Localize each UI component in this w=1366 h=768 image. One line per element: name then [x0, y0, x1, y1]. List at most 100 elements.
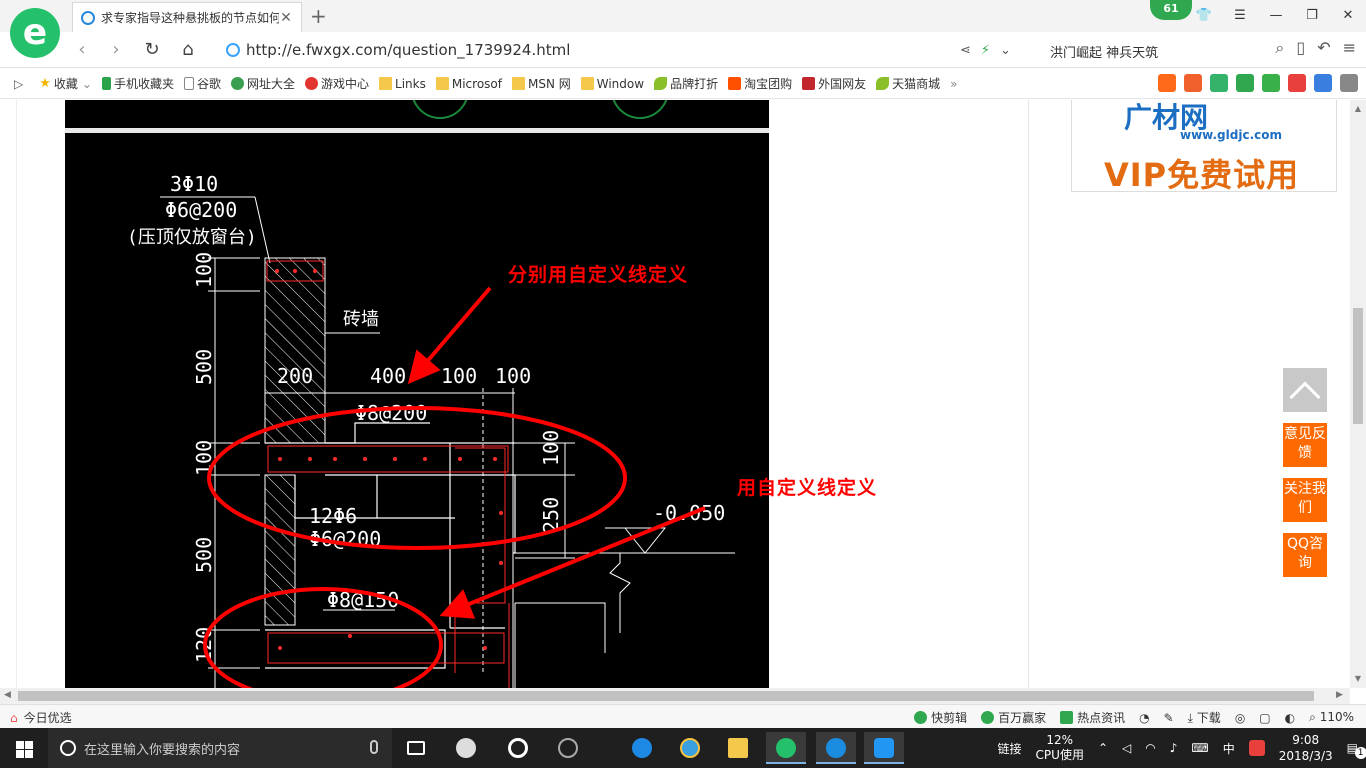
- back-to-top-button[interactable]: [1283, 368, 1327, 413]
- scroll-left-icon[interactable]: ◀: [4, 690, 11, 700]
- horizontal-scrollbar[interactable]: ◀ ▶: [0, 688, 1350, 704]
- sound-icon[interactable]: ◐: [1285, 711, 1295, 725]
- qq-consult-button[interactable]: QQ咨询: [1283, 533, 1327, 577]
- today-picks[interactable]: ⌂ 今日优选: [10, 709, 72, 726]
- volume-icon[interactable]: ♪: [1170, 741, 1178, 755]
- grid-extension-icon[interactable]: [1340, 74, 1358, 92]
- scroll-up-icon[interactable]: ▲: [1353, 104, 1363, 113]
- folder-icon: [580, 77, 594, 90]
- plus-app-icon[interactable]: [864, 732, 904, 764]
- share-icon[interactable]: ⋖: [960, 43, 971, 58]
- bookmark-item[interactable]: Window: [580, 77, 644, 91]
- status-item-download[interactable]: ⤓ 下载: [1188, 709, 1221, 726]
- new-tab-icon[interactable]: +: [310, 4, 327, 28]
- window-icon[interactable]: ▢: [1259, 711, 1270, 725]
- follow-us-button[interactable]: 关注我们: [1283, 478, 1327, 522]
- bookmark-item[interactable]: MSN 网: [511, 75, 571, 92]
- ie-blue-icon[interactable]: [622, 732, 662, 764]
- tray-expand-icon[interactable]: ⌃: [1098, 741, 1108, 755]
- browser-tab[interactable]: 求专家指导这种悬挑板的节点如何 ✕: [72, 2, 302, 32]
- horizontal-scroll-thumb[interactable]: [18, 691, 1314, 701]
- browser-app-icon[interactable]: [766, 732, 806, 764]
- bookmark-item[interactable]: 游戏中心: [305, 75, 369, 92]
- skin-icon[interactable]: 👕: [1186, 0, 1222, 32]
- start-button[interactable]: [0, 728, 48, 768]
- book-extension-icon[interactable]: [1210, 74, 1228, 92]
- notification-center[interactable]: ▤ 1: [1347, 741, 1366, 759]
- wifi-icon[interactable]: ◠: [1145, 741, 1155, 755]
- zoom-level[interactable]: ⌕ 110%: [1309, 710, 1354, 725]
- scroll-down-icon[interactable]: ▼: [1353, 674, 1363, 683]
- bookmark-item[interactable]: 品牌打折: [654, 75, 718, 92]
- tv-extension-icon[interactable]: [1158, 74, 1176, 92]
- restore-button[interactable]: ❐: [1294, 0, 1330, 32]
- bookmark-item[interactable]: Microsof: [435, 77, 502, 91]
- bookmark-item[interactable]: 淘宝团购: [728, 75, 792, 92]
- minimize-button[interactable]: —: [1258, 0, 1294, 32]
- bookmark-item[interactable]: 外国网友: [802, 75, 866, 92]
- pin-icon[interactable]: ✎: [1164, 711, 1174, 725]
- search-box[interactable]: 洪门崛起 神兵天筑: [1050, 42, 1158, 61]
- search-extension-icon[interactable]: [1314, 74, 1332, 92]
- close-window-button[interactable]: ✕: [1330, 0, 1366, 32]
- speaker-icon[interactable]: ◁: [1122, 741, 1131, 755]
- edge-app-icon[interactable]: [498, 732, 538, 764]
- menu-icon[interactable]: ☰: [1222, 0, 1258, 32]
- home-icon[interactable]: ⌂: [176, 38, 200, 62]
- cpu-usage[interactable]: 12% CPU使用: [1036, 733, 1084, 763]
- sidebar-toggle-icon[interactable]: ▷: [14, 77, 23, 91]
- gift-icon: ⌂: [10, 710, 18, 725]
- address-bar[interactable]: http://e.fwxgx.com/question_1739924.html: [226, 38, 570, 62]
- page-content: 100 500 100 500 120 3Φ10 Φ6@200 (压顶仅放窗台)…: [0, 100, 1350, 688]
- game-icon: [305, 77, 319, 90]
- bookmark-item[interactable]: 谷歌: [183, 75, 221, 92]
- back-icon[interactable]: ‹: [70, 38, 94, 62]
- scroll-right-icon[interactable]: ▶: [1336, 690, 1343, 700]
- bookmark-item[interactable]: Links: [379, 77, 426, 91]
- clean-icon[interactable]: ◎: [1235, 711, 1245, 725]
- mobile-icon[interactable]: ▯: [1296, 38, 1305, 58]
- search-icon[interactable]: ⌕: [1275, 38, 1284, 58]
- browser-logo-icon[interactable]: e: [10, 8, 60, 58]
- forward-icon[interactable]: ›: [104, 38, 128, 62]
- vertical-scrollbar[interactable]: ▲ ▼: [1350, 100, 1366, 688]
- dropdown-icon[interactable]: ⌄: [1000, 43, 1011, 58]
- more-icon[interactable]: ≡: [1343, 38, 1356, 58]
- scissors-extension-icon[interactable]: [1288, 74, 1306, 92]
- tray-link-label[interactable]: 链接: [998, 740, 1022, 757]
- pinwheel-app-icon[interactable]: [446, 732, 486, 764]
- refresh-icon[interactable]: ↻: [140, 38, 164, 62]
- spiral-app-icon[interactable]: [548, 732, 588, 764]
- bookmark-item[interactable]: ★ 收藏 ⌄: [39, 75, 92, 92]
- lightning-icon[interactable]: ⚡: [981, 43, 990, 58]
- ime-indicator[interactable]: 中: [1223, 740, 1235, 757]
- feedback-button[interactable]: 意见反馈: [1283, 423, 1327, 467]
- status-item-news[interactable]: 热点资讯: [1060, 709, 1125, 726]
- undo-icon[interactable]: ↶: [1317, 38, 1330, 58]
- bookmark-item[interactable]: 网址大全: [231, 75, 295, 92]
- bookmark-item[interactable]: 天猫商城: [876, 75, 940, 92]
- microphone-icon[interactable]: [370, 740, 378, 754]
- cad-drawing-image[interactable]: 100 500 100 500 120 3Φ10 Φ6@200 (压顶仅放窗台)…: [65, 133, 769, 688]
- task-view-icon[interactable]: [396, 732, 436, 764]
- discount-extension-icon[interactable]: [1184, 74, 1202, 92]
- file-explorer-icon[interactable]: [718, 732, 758, 764]
- tab-close-icon[interactable]: ✕: [279, 10, 293, 26]
- glodon-app-icon[interactable]: [816, 732, 856, 764]
- play-icon: [981, 711, 995, 724]
- left-border: [16, 100, 17, 688]
- taskbar-search[interactable]: 在这里输入你要搜索的内容: [48, 728, 392, 768]
- more-bookmarks-icon[interactable]: »: [950, 77, 957, 91]
- gldjc-ad-banner[interactable]: 广材网 www.gldjc.com VIP免费试用: [1071, 100, 1337, 192]
- bookmark-item[interactable]: 手机收藏夹: [101, 75, 174, 92]
- keyboard-icon[interactable]: ⌨: [1191, 741, 1208, 755]
- status-item-kuaijianji[interactable]: 快剪辑: [914, 709, 967, 726]
- internet-explorer-icon[interactable]: [670, 732, 710, 764]
- sogou-icon[interactable]: [1248, 740, 1265, 756]
- speed-icon[interactable]: ◔: [1139, 711, 1149, 725]
- clock[interactable]: 9:08 2018/3/3: [1279, 732, 1333, 764]
- shield-extension-icon[interactable]: [1236, 74, 1254, 92]
- status-item-baiwan[interactable]: 百万赢家: [981, 709, 1046, 726]
- vertical-scroll-thumb[interactable]: [1353, 308, 1363, 424]
- translate-extension-icon[interactable]: [1262, 74, 1280, 92]
